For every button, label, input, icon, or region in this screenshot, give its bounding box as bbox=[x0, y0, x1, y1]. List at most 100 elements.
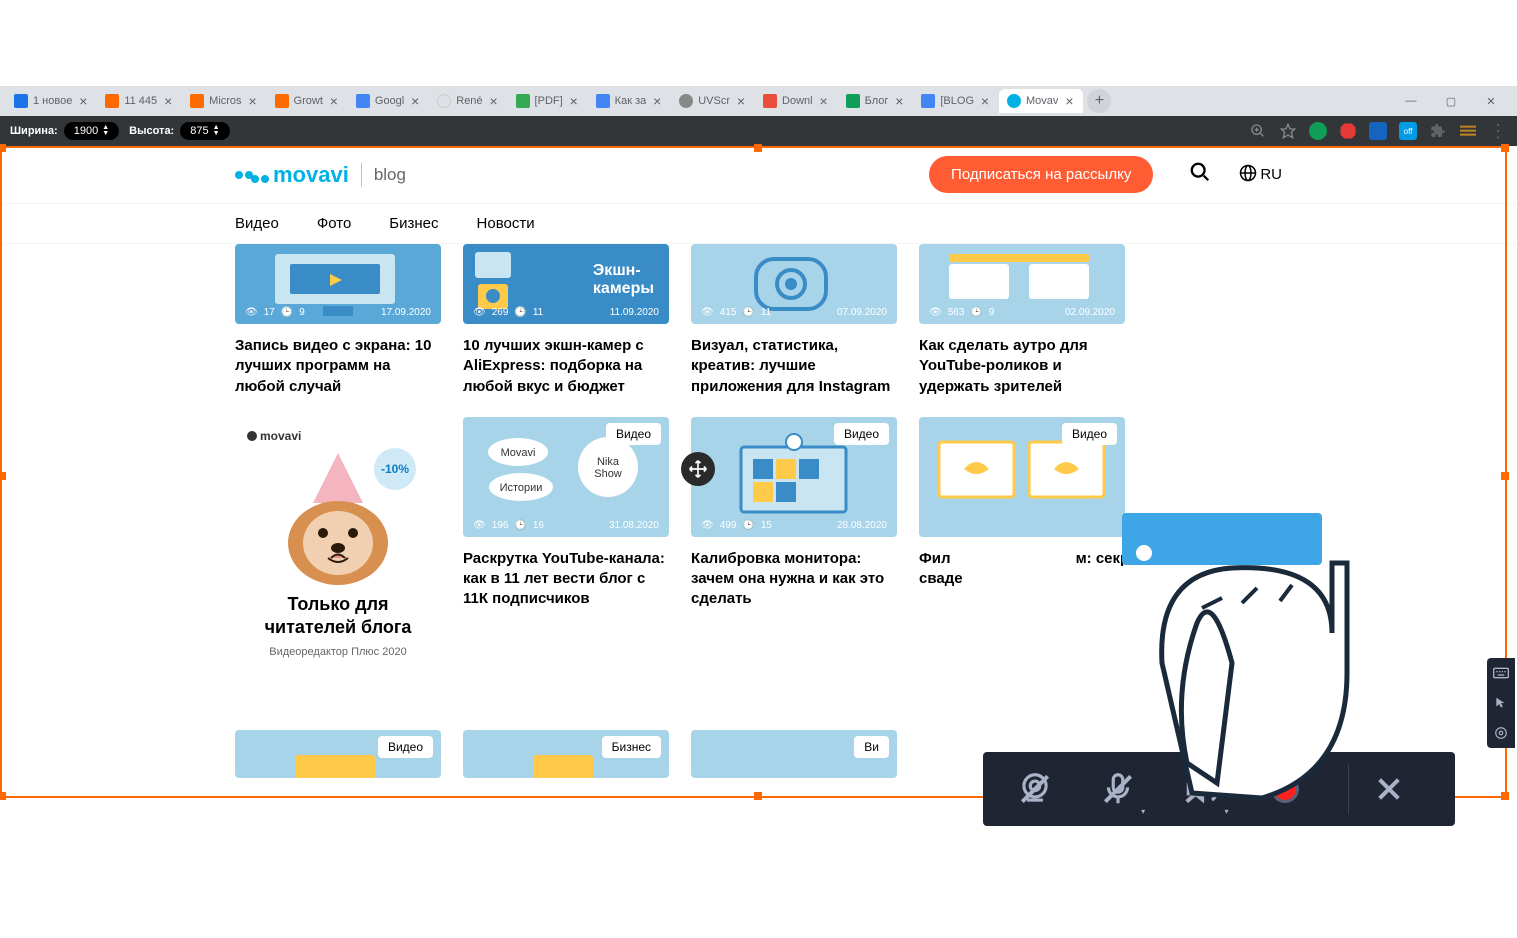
browser-toolbar-right: off ⋮ bbox=[1249, 122, 1507, 140]
browser-tab[interactable]: UVScr × bbox=[671, 89, 755, 113]
close-icon[interactable]: × bbox=[409, 95, 421, 107]
eye-icon: 👁 bbox=[929, 307, 942, 318]
article-card[interactable]: Экшн- камеры 👁269🕒1111.09.2020 10 лучших… bbox=[463, 244, 669, 397]
browser-tab[interactable]: Downl × bbox=[755, 89, 838, 113]
dock-cursor-icon[interactable] bbox=[1487, 688, 1515, 718]
card-date: 11.09.2020 bbox=[610, 307, 659, 318]
extension-icon[interactable]: off bbox=[1399, 122, 1417, 140]
card-thumbnail: Видео bbox=[235, 730, 441, 778]
tab-title: UVScr bbox=[698, 95, 730, 107]
card-thumbnail: 👁17🕒917.09.2020 bbox=[235, 244, 441, 324]
card-title: 10 лучших экшн-камер с AliExpress: подбо… bbox=[463, 336, 669, 397]
close-icon[interactable]: × bbox=[568, 95, 580, 107]
close-icon[interactable]: × bbox=[893, 95, 905, 107]
card-title: Раскрутка YouTube-канала: как в 11 лет в… bbox=[463, 549, 669, 610]
close-icon[interactable]: × bbox=[488, 95, 500, 107]
move-handle[interactable] bbox=[681, 452, 715, 486]
browser-tab-active[interactable]: Movav× bbox=[999, 89, 1083, 113]
browser-tab[interactable]: Как за× bbox=[588, 89, 672, 113]
tab-title: Downl bbox=[782, 95, 813, 107]
eye-icon: 👁 bbox=[473, 520, 486, 531]
side-dock bbox=[1487, 658, 1515, 748]
close-icon[interactable]: × bbox=[162, 95, 174, 107]
adblock-icon[interactable] bbox=[1339, 122, 1357, 140]
nav-item-business[interactable]: Бизнес bbox=[389, 215, 438, 232]
extensions-puzzle-icon[interactable] bbox=[1429, 122, 1447, 140]
article-card[interactable]: Видео 👁499🕒1528.08.2020 Калибровка монит… bbox=[691, 417, 897, 670]
close-icon[interactable]: × bbox=[247, 95, 259, 107]
tab-favicon bbox=[596, 94, 610, 108]
search-icon[interactable] bbox=[1189, 161, 1211, 189]
tab-title: Блог bbox=[865, 95, 889, 107]
browser-tab[interactable]: Googl× bbox=[348, 89, 429, 113]
extension-icon[interactable] bbox=[1369, 122, 1387, 140]
close-icon[interactable]: × bbox=[328, 95, 340, 107]
browser-tab[interactable]: René× bbox=[429, 89, 507, 113]
article-card[interactable]: Ви bbox=[691, 730, 897, 778]
height-value[interactable]: 875▲▼ bbox=[180, 122, 229, 140]
nav-item-news[interactable]: Новости bbox=[477, 215, 535, 232]
minimize-button[interactable]: — bbox=[1391, 87, 1431, 115]
browser-tab[interactable]: Micros× bbox=[182, 89, 266, 113]
promo-logo: movavi bbox=[247, 429, 429, 443]
new-tab-button[interactable]: + bbox=[1087, 89, 1111, 113]
extension-icon[interactable] bbox=[1309, 122, 1327, 140]
card-date: 28.08.2020 bbox=[837, 520, 887, 531]
browser-tab[interactable]: Growt× bbox=[267, 89, 348, 113]
tab-favicon bbox=[516, 94, 530, 108]
card-stats: 👁499🕒1528.08.2020 bbox=[701, 520, 887, 531]
menu-hamburger-icon[interactable] bbox=[1459, 122, 1477, 140]
dock-keyboard-icon[interactable] bbox=[1487, 658, 1515, 688]
width-label: Ширина: bbox=[10, 125, 58, 137]
dock-settings-icon[interactable] bbox=[1487, 718, 1515, 748]
close-icon[interactable]: × bbox=[735, 95, 747, 107]
card-thumbnail: 👁563🕒902.09.2020 bbox=[919, 244, 1125, 324]
tab-favicon bbox=[105, 94, 119, 108]
zoom-icon[interactable] bbox=[1249, 122, 1267, 140]
article-card[interactable]: Видео bbox=[235, 730, 441, 778]
card-title: Калибровка монитора: зачем она нужна и к… bbox=[691, 549, 897, 610]
logo[interactable]: movavi blog bbox=[235, 162, 406, 188]
subscribe-button[interactable]: Подписаться на рассылку bbox=[929, 156, 1153, 193]
card-stats: 👁415🕒1107.09.2020 bbox=[701, 307, 887, 318]
browser-tab[interactable]: 1 новое× bbox=[6, 89, 97, 113]
promo-card[interactable]: movavi -10% Только для читателей блога В… bbox=[235, 417, 441, 670]
browser-tab[interactable]: [BLOG× bbox=[913, 89, 999, 113]
close-icon[interactable]: × bbox=[818, 95, 830, 107]
card-stats: 👁17🕒917.09.2020 bbox=[245, 307, 431, 318]
language-selector[interactable]: RU bbox=[1239, 164, 1282, 186]
nav-item-video[interactable]: Видео bbox=[235, 215, 279, 232]
clock-icon: 🕒 bbox=[514, 307, 526, 318]
article-card[interactable]: 👁415🕒1107.09.2020 Визуал, статистика, кр… bbox=[691, 244, 897, 397]
divider bbox=[361, 163, 362, 187]
tab-favicon bbox=[1007, 94, 1021, 108]
more-menu-icon[interactable]: ⋮ bbox=[1489, 122, 1507, 140]
star-icon[interactable] bbox=[1279, 122, 1297, 140]
tab-title: [PDF] bbox=[535, 95, 563, 107]
nav-item-photo[interactable]: Фото bbox=[317, 215, 351, 232]
close-icon[interactable]: × bbox=[979, 95, 991, 107]
card-badge: Видео bbox=[834, 423, 889, 445]
stepper-arrows-icon[interactable]: ▲▼ bbox=[102, 125, 109, 137]
webcam-toggle[interactable] bbox=[1010, 764, 1060, 814]
article-card[interactable]: 👁17🕒917.09.2020 Запись видео с экрана: 1… bbox=[235, 244, 441, 397]
stepper-arrows-icon[interactable]: ▲▼ bbox=[213, 125, 220, 137]
card-badge: Видео bbox=[606, 423, 661, 445]
maximize-button[interactable]: ▢ bbox=[1431, 87, 1471, 115]
clock-icon: 🕒 bbox=[742, 307, 754, 318]
close-icon[interactable]: × bbox=[1063, 95, 1075, 107]
close-icon[interactable]: × bbox=[77, 95, 89, 107]
article-card[interactable]: 👁563🕒902.09.2020 Как сделать аутро для Y… bbox=[919, 244, 1125, 397]
article-card[interactable]: Видео Фил м: секр сваде bbox=[919, 417, 1125, 670]
article-card[interactable]: Бизнес bbox=[463, 730, 669, 778]
browser-tab[interactable]: 11 445× bbox=[97, 89, 182, 113]
width-value[interactable]: 1900▲▼ bbox=[64, 122, 119, 140]
card-thumbnail: Бизнес bbox=[463, 730, 669, 778]
close-window-button[interactable]: ✕ bbox=[1471, 87, 1511, 115]
card-date: 07.09.2020 bbox=[837, 307, 887, 318]
close-icon[interactable]: × bbox=[651, 95, 663, 107]
browser-tab[interactable]: [PDF] × bbox=[508, 89, 588, 113]
card-badge: Бизнес bbox=[602, 736, 661, 758]
browser-tab[interactable]: Блог × bbox=[838, 89, 914, 113]
article-card[interactable]: MovaviИсторииNikaShow Видео 👁196🕒1631.08… bbox=[463, 417, 669, 670]
